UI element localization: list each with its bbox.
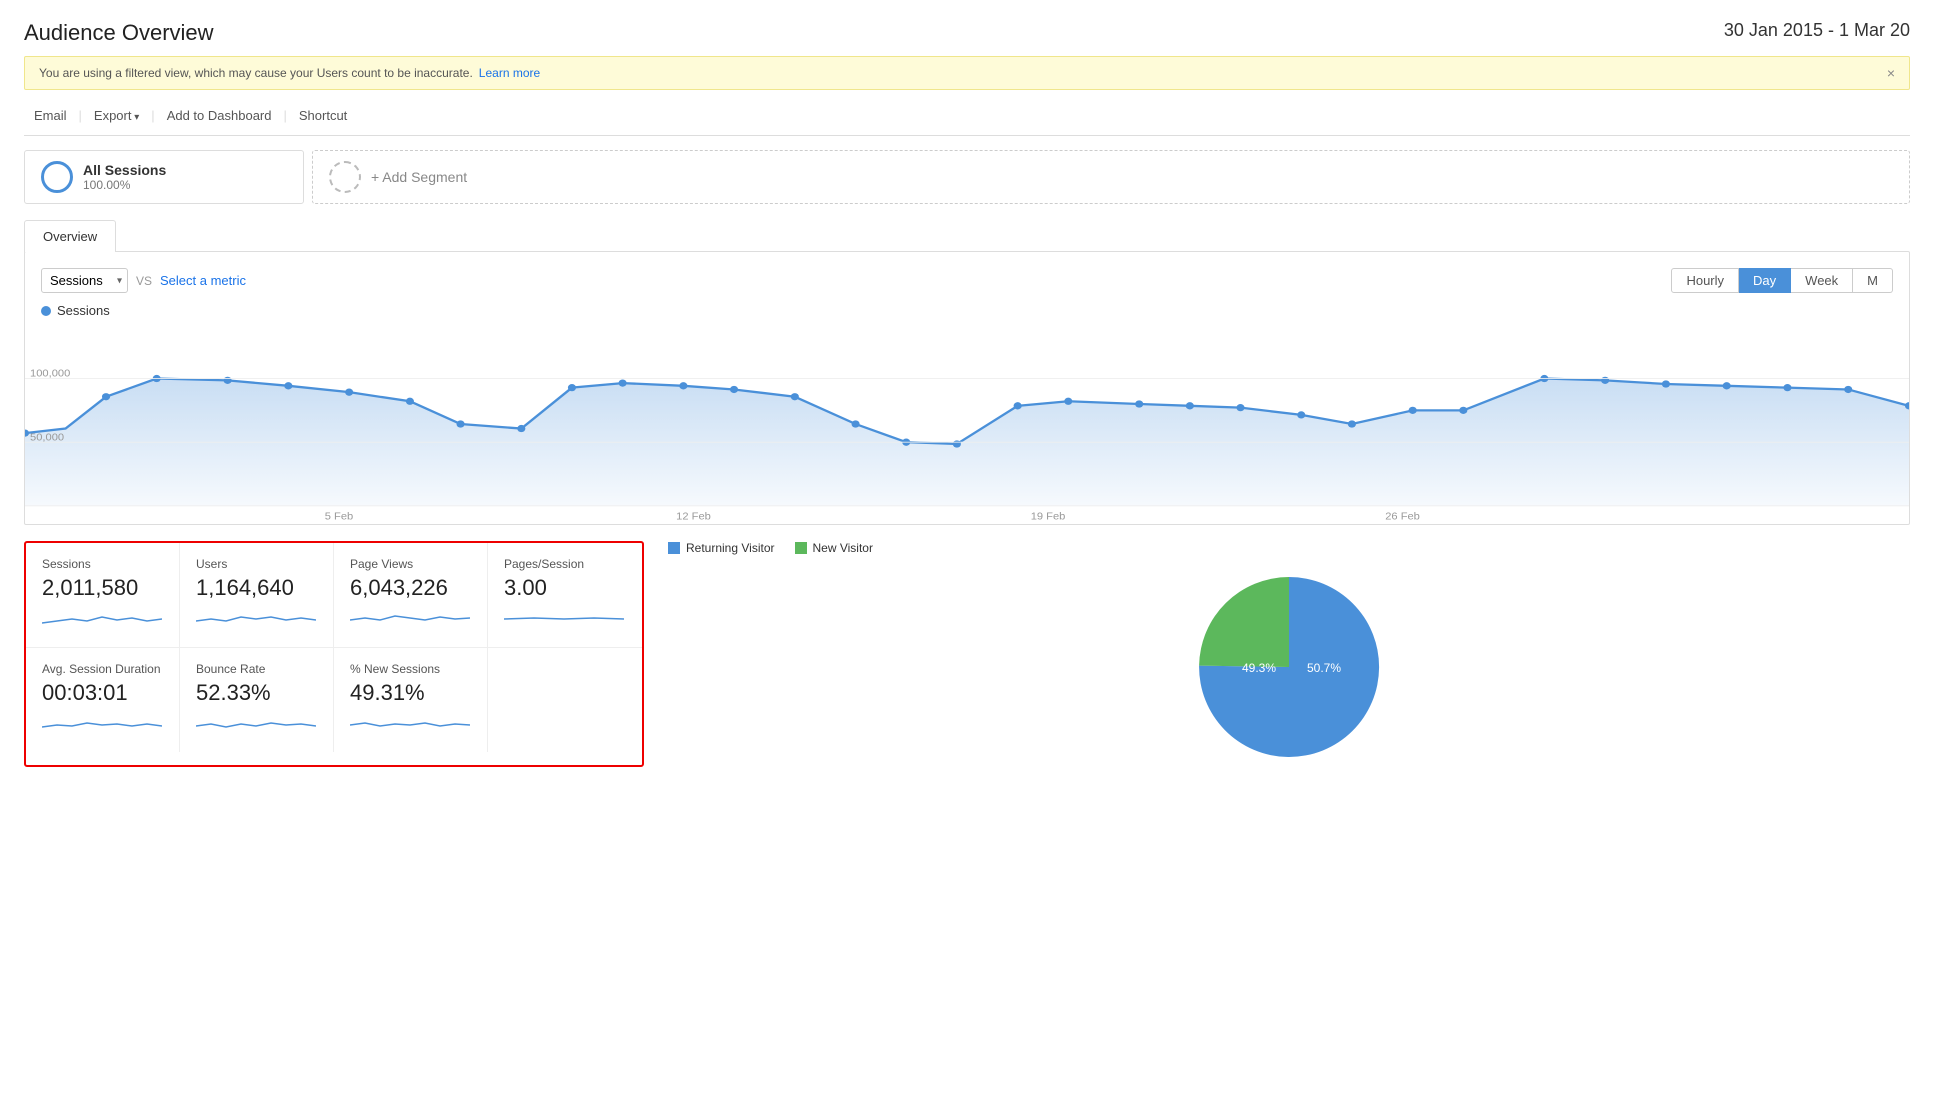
month-button[interactable]: M [1853, 268, 1893, 293]
week-button[interactable]: Week [1791, 268, 1853, 293]
metric-cell-pageviews: Page Views 6,043,226 [334, 543, 488, 648]
sessions-legend-dot [41, 306, 51, 316]
svg-text:5 Feb: 5 Feb [325, 511, 354, 522]
svg-text:50.7%: 50.7% [1307, 661, 1341, 675]
sparkline-avg-duration [42, 710, 163, 738]
svg-text:50,000: 50,000 [30, 432, 64, 443]
metric-label-new-sessions: % New Sessions [350, 662, 471, 676]
sessions-chart: 100,000 50,000 5 Feb 12 Feb 19 Feb 26 Fe… [25, 324, 1909, 524]
returning-visitor-label: Returning Visitor [686, 541, 775, 555]
all-sessions-icon [41, 161, 73, 193]
alert-bar: You are using a filtered view, which may… [24, 56, 1910, 90]
metric-dropdown: Sessions VS Select a metric [41, 268, 246, 293]
page-title: Audience Overview [24, 20, 214, 46]
metrics-grid-wrapper: Sessions 2,011,580 Users 1,164,640 [24, 541, 1910, 767]
segment-name: All Sessions [83, 162, 166, 178]
metric-label-bounce-rate: Bounce Rate [196, 662, 317, 676]
metric-label-users: Users [196, 557, 317, 571]
new-visitor-legend: New Visitor [795, 541, 873, 555]
metric-cell-avg-duration: Avg. Session Duration 00:03:01 [26, 648, 180, 752]
alert-learn-more-link[interactable]: Learn more [479, 66, 540, 80]
sparkline-pageviews [350, 605, 471, 633]
sparkline-users [196, 605, 317, 633]
date-range: 30 Jan 2015 - 1 Mar 20 [1724, 20, 1910, 41]
overview-tab[interactable]: Overview [24, 220, 116, 252]
metric-select[interactable]: Sessions [41, 268, 128, 293]
segments-row: All Sessions 100.00% + Add Segment [24, 150, 1910, 204]
metric-label-avg-duration: Avg. Session Duration [42, 662, 163, 676]
metric-value-users: 1,164,640 [196, 575, 317, 601]
email-button[interactable]: Email [24, 104, 77, 127]
chart-legend: Sessions [41, 303, 1893, 318]
metric-cell-sessions: Sessions 2,011,580 [26, 543, 180, 648]
returning-visitor-color [668, 542, 680, 554]
metric-label-pages-session: Pages/Session [504, 557, 626, 571]
add-to-dashboard-button[interactable]: Add to Dashboard [157, 104, 282, 127]
new-visitor-color [795, 542, 807, 554]
chart-area: 100,000 50,000 5 Feb 12 Feb 19 Feb 26 Fe… [25, 324, 1909, 524]
vs-label: VS [136, 274, 152, 288]
metric-label-sessions: Sessions [42, 557, 163, 571]
metric-cell-new-sessions: % New Sessions 49.31% [334, 648, 488, 752]
metric-value-new-sessions: 49.31% [350, 680, 471, 706]
metric-value-pages-session: 3.00 [504, 575, 626, 601]
sparkline-pages-session [504, 605, 626, 633]
hourly-button[interactable]: Hourly [1671, 268, 1739, 293]
sparkline-bounce-rate [196, 710, 317, 738]
metrics-box: Sessions 2,011,580 Users 1,164,640 [24, 541, 644, 767]
metric-cell-empty [488, 648, 642, 752]
chart-section: Sessions VS Select a metric Hourly Day W… [24, 251, 1910, 525]
segment-pct: 100.00% [83, 178, 166, 192]
toolbar-divider-3: | [283, 108, 286, 123]
metric-cell-pages-session: Pages/Session 3.00 [488, 543, 642, 648]
alert-text: You are using a filtered view, which may… [39, 66, 473, 80]
svg-text:19 Feb: 19 Feb [1031, 511, 1066, 522]
toolbar: Email | Export | Add to Dashboard | Shor… [24, 104, 1910, 136]
add-segment-text: + Add Segment [371, 169, 467, 185]
time-buttons: Hourly Day Week M [1671, 268, 1893, 293]
add-segment-icon [329, 161, 361, 193]
metric-cell-bounce-rate: Bounce Rate 52.33% [180, 648, 334, 752]
sparkline-new-sessions [350, 710, 471, 738]
alert-close-button[interactable]: × [1887, 65, 1895, 81]
toolbar-divider-2: | [151, 108, 154, 123]
metric-value-bounce-rate: 52.33% [196, 680, 317, 706]
all-sessions-segment: All Sessions 100.00% [24, 150, 304, 204]
svg-text:49.3%: 49.3% [1242, 661, 1276, 675]
add-segment-button[interactable]: + Add Segment [312, 150, 1910, 204]
svg-text:26 Feb: 26 Feb [1385, 511, 1420, 522]
returning-visitor-legend: Returning Visitor [668, 541, 775, 555]
pie-legend: Returning Visitor New Visitor [668, 541, 873, 555]
chart-controls: Sessions VS Select a metric Hourly Day W… [41, 268, 1893, 293]
metric-label-pageviews: Page Views [350, 557, 471, 571]
pie-section: Returning Visitor New Visitor 49.3% 50.7… [668, 541, 1910, 767]
day-button[interactable]: Day [1739, 268, 1791, 293]
sparkline-sessions [42, 605, 163, 633]
pie-chart: 49.3% 50.7% [1189, 567, 1389, 767]
shortcut-button[interactable]: Shortcut [289, 104, 357, 127]
new-visitor-label: New Visitor [813, 541, 873, 555]
svg-text:100,000: 100,000 [30, 368, 70, 379]
toolbar-divider-1: | [79, 108, 82, 123]
export-button[interactable]: Export [84, 104, 149, 127]
metrics-grid: Sessions 2,011,580 Users 1,164,640 [26, 543, 642, 752]
svg-text:12 Feb: 12 Feb [676, 511, 711, 522]
metric-value-avg-duration: 00:03:01 [42, 680, 163, 706]
metric-cell-users: Users 1,164,640 [180, 543, 334, 648]
metric-value-sessions: 2,011,580 [42, 575, 163, 601]
metric-value-pageviews: 6,043,226 [350, 575, 471, 601]
sessions-legend-label: Sessions [57, 303, 110, 318]
select-metric-link[interactable]: Select a metric [160, 273, 246, 288]
